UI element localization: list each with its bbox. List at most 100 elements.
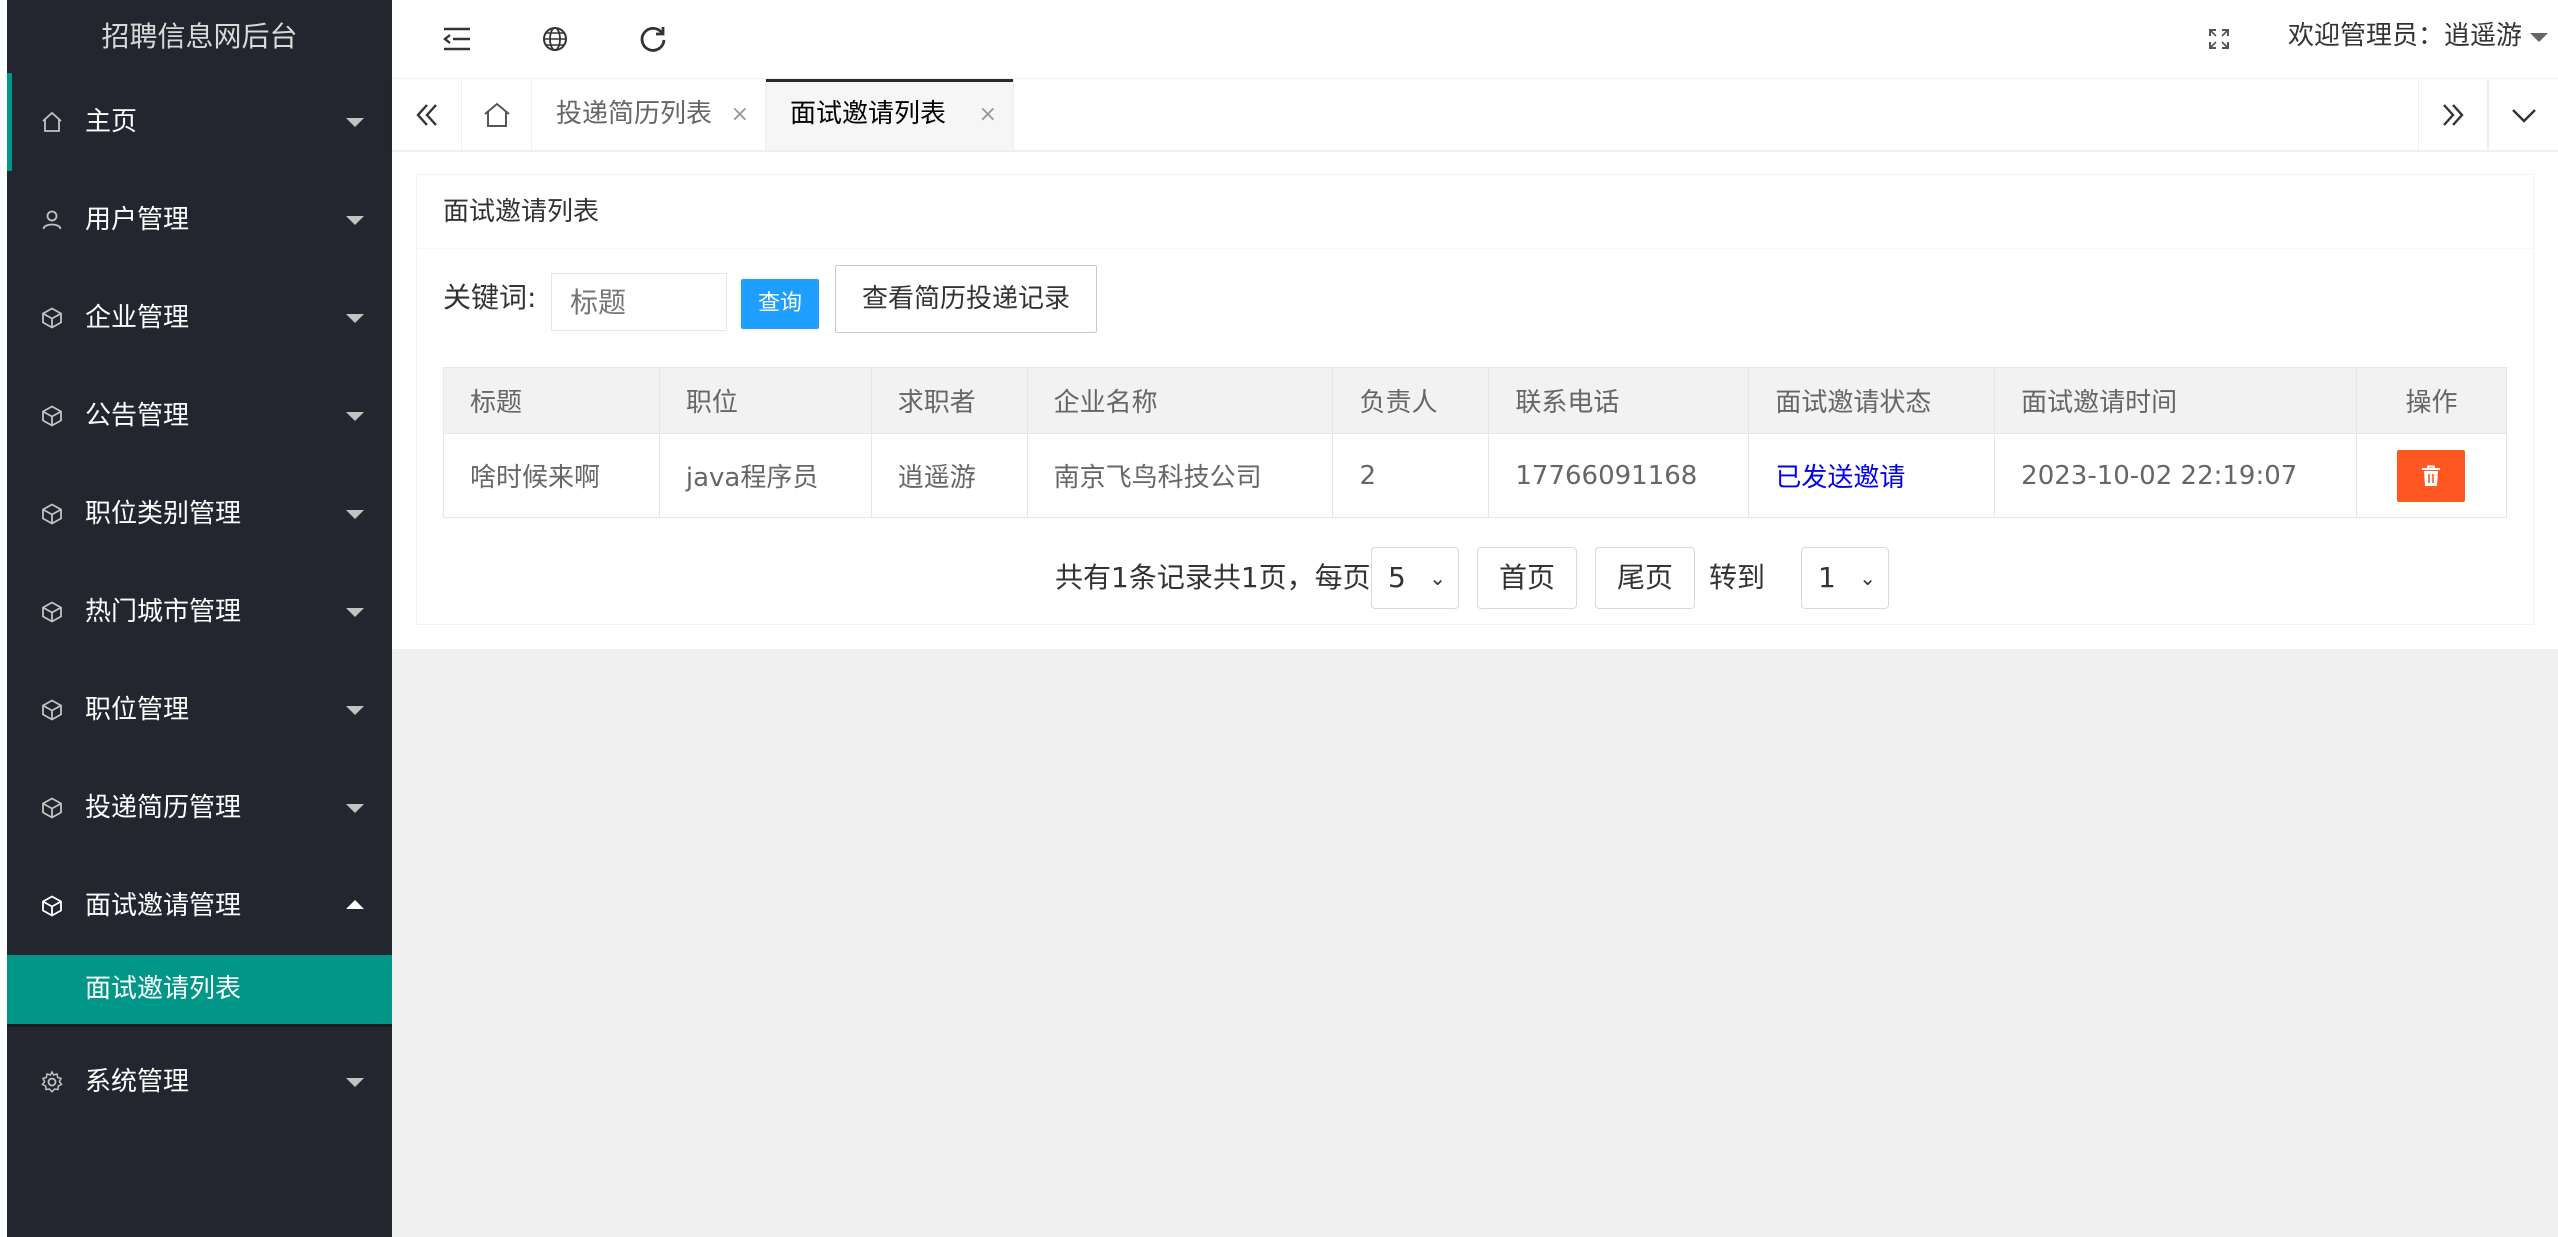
col-header: 求职者: [870, 367, 1028, 434]
col-header: 面试邀请状态: [1748, 367, 1996, 434]
sidebar-item-interviews[interactable]: 面试邀请管理: [7, 857, 392, 955]
chevron-down-icon: [2511, 108, 2536, 123]
sidebar-item-label: 职位管理: [85, 695, 190, 725]
chevron-up-icon: [346, 900, 364, 909]
col-header: 联系电话: [1488, 367, 1750, 434]
sidebar-item-notices[interactable]: 公告管理: [7, 367, 392, 465]
status-link[interactable]: 已发送邀请: [1775, 463, 1905, 493]
sidebar-item-label: 企业管理: [85, 303, 190, 333]
sidebar-item-system[interactable]: 系统管理: [7, 1027, 392, 1137]
col-header: 负责人: [1332, 367, 1490, 434]
cell-applicant: 逍遥游: [870, 433, 1028, 518]
cube-icon: [39, 795, 65, 821]
tabs-bar: 投递简历列表 × 面试邀请列表 ×: [392, 79, 2558, 152]
tab-resume-list[interactable]: 投递简历列表 ×: [532, 79, 766, 150]
sidebar-subitem-interview-list[interactable]: 面试邀请列表: [7, 955, 392, 1024]
sidebar-item-label: 投递简历管理: [85, 793, 242, 823]
cube-icon: [39, 599, 65, 625]
sidebar-item-label: 热门城市管理: [85, 597, 242, 627]
sidebar: 招聘信息网后台 主页 用户管理 企业管理 公告管理 职位类别管理 热门城市管理 …: [7, 0, 392, 1237]
cell-position: java程序员: [658, 433, 872, 518]
col-header: 企业名称: [1026, 367, 1334, 434]
globe-icon[interactable]: [538, 22, 572, 56]
cell-contact-person: 2: [1332, 433, 1490, 518]
cell-title: 啥时候来啊: [443, 433, 660, 518]
col-header: 标题: [443, 367, 660, 434]
goto-page-value: 1: [1818, 561, 1836, 594]
sidebar-item-home[interactable]: 主页: [7, 73, 392, 171]
tab-label: 面试邀请列表: [790, 99, 947, 129]
chevron-down-icon: [346, 804, 364, 813]
cell-company: 南京飞鸟科技公司: [1026, 433, 1334, 518]
chevron-down-icon: [346, 510, 364, 519]
last-page-button[interactable]: 尾页: [1595, 547, 1695, 609]
scroll-tabs-right-button[interactable]: [2418, 79, 2488, 150]
search-bar: 关键词: 查询 查看简历投递记录: [443, 265, 2507, 335]
user-icon: [39, 207, 65, 233]
goto-page-select[interactable]: 1 ⌄: [1801, 547, 1889, 609]
cube-icon: [39, 305, 65, 331]
sidebar-item-label: 用户管理: [85, 205, 190, 235]
close-icon[interactable]: ×: [979, 79, 997, 150]
scroll-tabs-left-button[interactable]: [392, 79, 462, 150]
table-row: 啥时候来啊 java程序员 逍遥游 南京飞鸟科技公司 2 17766091168…: [443, 433, 2508, 518]
sidebar-item-label: 公告管理: [85, 401, 190, 431]
cell-time: 2023-10-02 22:19:07: [1994, 433, 2357, 518]
table-header-row: 标题 职位 求职者 企业名称 负责人 联系电话 面试邀请状态 面试邀请时间 操作: [443, 367, 2508, 434]
chevron-down-icon: [346, 412, 364, 421]
cube-icon: [39, 501, 65, 527]
first-page-button[interactable]: 首页: [1477, 547, 1577, 609]
chevron-down-icon: [346, 118, 364, 127]
page-size-select[interactable]: 5 ⌄: [1371, 547, 1459, 609]
sidebar-item-resumes[interactable]: 投递简历管理: [7, 759, 392, 857]
keyword-label: 关键词:: [443, 281, 537, 314]
query-button[interactable]: 查询: [741, 279, 819, 329]
cell-actions: [2355, 433, 2508, 518]
pagination-summary: 共有1条记录共1页，每页: [1055, 561, 1371, 594]
sidebar-item-job-categories[interactable]: 职位类别管理: [7, 465, 392, 563]
tabs-menu-button[interactable]: [2488, 79, 2558, 150]
chevron-down-icon: [346, 706, 364, 715]
page-size-value: 5: [1388, 561, 1406, 594]
sidebar-item-companies[interactable]: 企业管理: [7, 269, 392, 367]
chevron-down-icon[interactable]: [2530, 33, 2548, 42]
tab-label: 投递简历列表: [556, 99, 713, 129]
app-logo-title: 招聘信息网后台: [101, 20, 298, 53]
sidebar-item-users[interactable]: 用户管理: [7, 171, 392, 269]
cell-status: 已发送邀请: [1748, 433, 1996, 518]
cube-icon: [39, 697, 65, 723]
trash-icon: [2422, 465, 2441, 486]
tab-interview-list[interactable]: 面试邀请列表 ×: [766, 79, 1014, 150]
col-header: 职位: [658, 367, 872, 434]
pagination: 共有1条记录共1页，每页 5 ⌄ 首页 尾页 转到 1 ⌄: [417, 547, 2533, 609]
goto-label: 转到: [1709, 561, 1766, 594]
home-icon: [39, 109, 65, 135]
fullscreen-icon[interactable]: [2202, 22, 2236, 56]
close-icon[interactable]: ×: [731, 79, 749, 150]
sidebar-item-hot-cities[interactable]: 热门城市管理: [7, 563, 392, 661]
keyword-input[interactable]: [551, 273, 727, 331]
content-area: 面试邀请列表 关键词: 查询 查看简历投递记录 标题 职位 求职者 企业名称 负…: [392, 152, 2558, 649]
chevron-down-icon: [346, 608, 364, 617]
delete-button[interactable]: [2397, 449, 2466, 502]
collapse-menu-icon[interactable]: [440, 22, 474, 56]
col-header: 面试邀请时间: [1994, 367, 2357, 434]
chevron-down-icon: [346, 1078, 364, 1087]
double-chevron-left-icon: [415, 103, 437, 126]
view-resume-history-button[interactable]: 查看简历投递记录: [835, 265, 1097, 333]
interview-table: 标题 职位 求职者 企业名称 负责人 联系电话 面试邀请状态 面试邀请时间 操作…: [443, 367, 2508, 518]
sidebar-subnav: 面试邀请列表: [7, 955, 392, 1027]
home-tab-button[interactable]: [462, 79, 532, 150]
cube-icon: [39, 893, 65, 919]
cube-icon: [39, 403, 65, 429]
refresh-icon[interactable]: [636, 22, 670, 56]
sidebar-item-jobs[interactable]: 职位管理: [7, 661, 392, 759]
gear-icon: [39, 1069, 65, 1095]
sidebar-item-label: 主页: [85, 107, 138, 137]
sidebar-item-label: 系统管理: [85, 1067, 190, 1097]
sidebar-item-label: 职位类别管理: [85, 499, 242, 529]
sidebar-item-label: 面试邀请管理: [85, 891, 242, 921]
welcome-user-menu[interactable]: 欢迎管理员：逍遥游: [2288, 0, 2522, 73]
chevron-down-icon: [346, 216, 364, 225]
interview-list-card: 面试邀请列表 关键词: 查询 查看简历投递记录 标题 职位 求职者 企业名称 负…: [416, 174, 2534, 625]
